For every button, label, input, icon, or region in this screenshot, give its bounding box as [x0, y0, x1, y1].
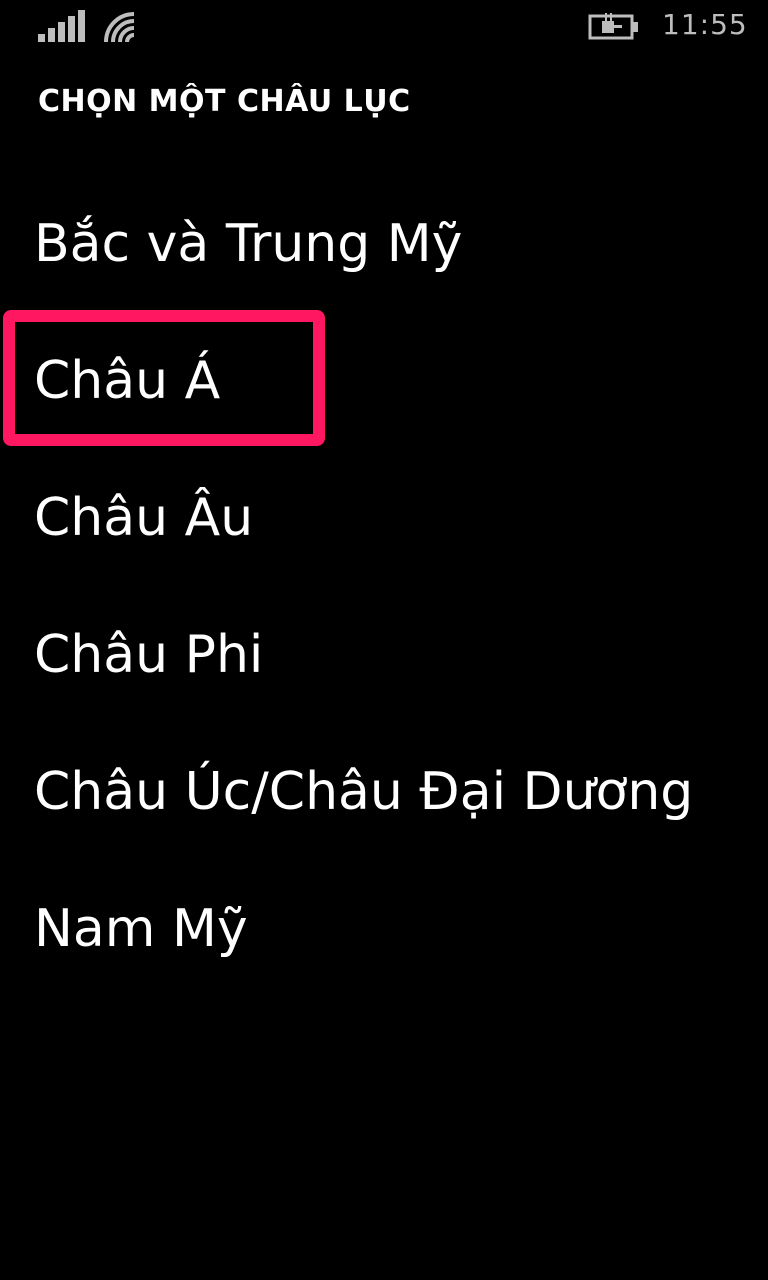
list-item-oceania[interactable]: Châu Úc/Châu Đại Dương — [0, 738, 768, 875]
list-item-south-america[interactable]: Nam Mỹ — [0, 875, 768, 1012]
list-item-europe[interactable]: Châu Âu — [0, 464, 768, 601]
battery-charging-icon — [588, 13, 638, 40]
list-item-label: Châu Úc/Châu Đại Dương — [34, 762, 694, 822]
list-item-label: Châu Phi — [34, 625, 264, 685]
continent-list: Bắc và Trung Mỹ Châu Á Châu Âu Châu Phi … — [0, 190, 768, 1012]
list-item-label: Châu Á — [34, 351, 221, 411]
page-title: CHỌN MỘT CHÂU LỤC — [38, 84, 411, 119]
status-time: 11:55 — [662, 8, 748, 41]
list-item-africa[interactable]: Châu Phi — [0, 601, 768, 738]
wifi-icon — [104, 12, 135, 43]
signal-strength-icon — [38, 10, 85, 42]
list-item-label: Châu Âu — [34, 488, 254, 548]
status-bar: 11:55 — [0, 0, 768, 56]
list-item-asia[interactable]: Châu Á — [0, 310, 768, 464]
list-item-label: Nam Mỹ — [34, 899, 248, 959]
list-item-label: Bắc và Trung Mỹ — [34, 214, 463, 274]
list-item-north-central-america[interactable]: Bắc và Trung Mỹ — [0, 190, 768, 327]
